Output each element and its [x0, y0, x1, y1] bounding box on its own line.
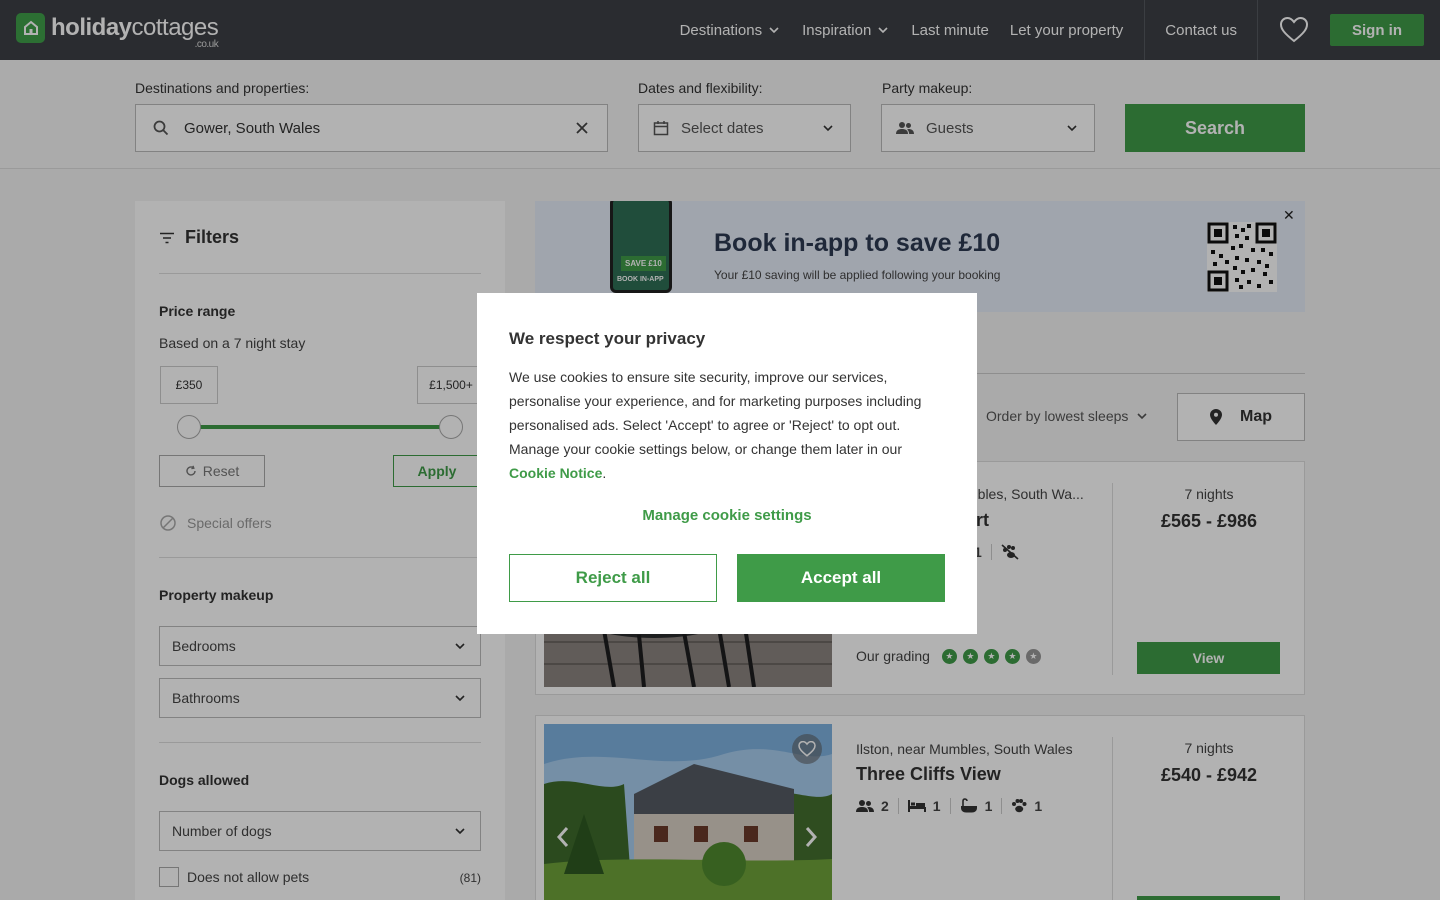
cookie-body: We use cookies to ensure site security, … [509, 369, 922, 481]
accept-all-button[interactable]: Accept all [737, 554, 945, 602]
cookie-consent-dialog: We respect your privacy We use cookies t… [477, 293, 977, 634]
cookie-title: We respect your privacy [509, 329, 706, 348]
cookie-notice-link[interactable]: Cookie Notice [509, 465, 602, 481]
manage-cookie-settings-link[interactable]: Manage cookie settings [477, 507, 977, 524]
reject-all-button[interactable]: Reject all [509, 554, 717, 602]
